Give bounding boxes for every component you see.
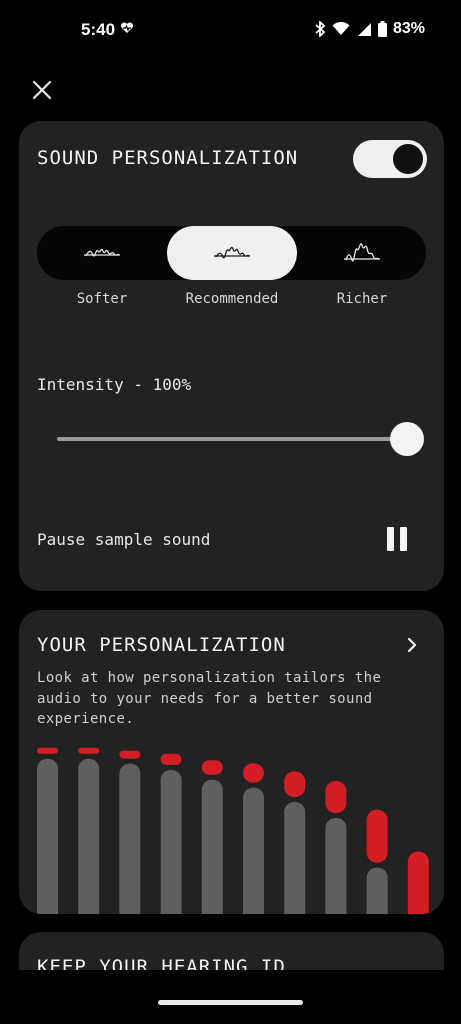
sound-personalization-card: SOUND PERSONALIZATION Softer Recommended… [19, 121, 444, 591]
bar-base-8 [325, 818, 347, 914]
option-richer[interactable] [297, 226, 426, 280]
option-recommended[interactable] [167, 226, 297, 280]
pause-icon[interactable] [385, 527, 409, 553]
health-icon [120, 22, 134, 33]
softer-wave-icon [84, 248, 120, 257]
battery-percent: 83% [392, 20, 425, 37]
bar-boost-10 [407, 851, 429, 914]
sound-personalization-toggle[interactable] [353, 140, 427, 178]
intensity-label: Intensity - 100% [37, 375, 192, 394]
status-time: 5:40 [81, 20, 116, 39]
wifi-icon [332, 22, 350, 35]
option-richer-label: Richer [336, 291, 388, 307]
option-softer-label: Softer [76, 291, 128, 307]
bar-base-1 [37, 758, 58, 914]
pause-sample-label: Pause sample sound [37, 530, 211, 549]
status-bar: 5:40 83% [0, 0, 461, 60]
sound-profile-selector [37, 226, 426, 280]
bar-boost-9 [366, 809, 388, 863]
close-icon[interactable] [30, 78, 54, 102]
signal-icon [357, 22, 371, 36]
bar-base-7 [284, 802, 306, 914]
hearing-id-title: KEEP YOUR HEARING ID [37, 956, 286, 970]
bar-base-9 [366, 867, 388, 914]
intensity-slider-thumb[interactable] [390, 422, 424, 456]
your-personalization-card[interactable]: YOUR PERSONALIZATION Look at how persona… [19, 610, 444, 914]
bar-boost-3 [119, 750, 141, 759]
bar-base-6 [243, 787, 264, 914]
recommended-wave-icon [214, 246, 250, 259]
bar-base-2 [78, 758, 100, 914]
bar-boost-6 [243, 763, 264, 783]
bar-boost-7 [284, 771, 306, 797]
toggle-knob [393, 144, 423, 174]
bar-boost-4 [160, 753, 182, 765]
hearing-id-card[interactable]: KEEP YOUR HEARING ID [19, 932, 444, 970]
status-icons: 83% [314, 20, 425, 38]
sound-personalization-title: SOUND PERSONALIZATION [37, 147, 299, 169]
bar-base-5 [201, 779, 223, 914]
bar-boost-2 [78, 747, 100, 754]
intensity-slider-track[interactable] [57, 437, 409, 441]
option-softer[interactable] [37, 226, 167, 280]
bar-base-3 [119, 763, 141, 914]
bar-boost-5 [201, 760, 223, 775]
option-recommended-label: Recommended [185, 291, 279, 307]
bar-boost-8 [325, 781, 347, 813]
bluetooth-icon [315, 21, 326, 37]
personalization-bars [37, 747, 429, 914]
gesture-nav-bar[interactable] [158, 1000, 303, 1005]
bar-boost-1 [37, 747, 58, 754]
bar-base-4 [160, 770, 182, 914]
richer-wave-icon [343, 243, 380, 262]
battery-icon [377, 21, 387, 37]
